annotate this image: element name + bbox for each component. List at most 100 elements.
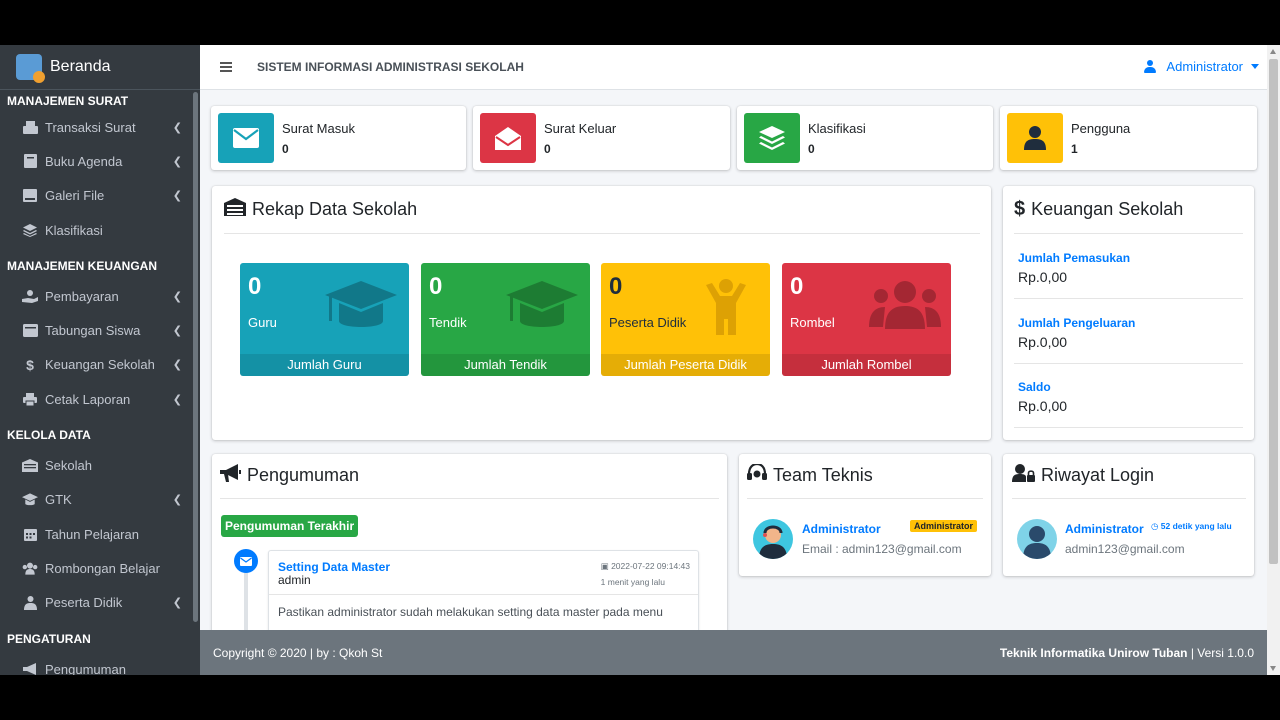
scroll-up-icon[interactable] [1270,49,1276,54]
chevron-left-icon: ❮ [172,325,182,338]
page-footer: Copyright © 2020 | by : Qkoh St Teknik I… [200,630,1267,675]
user-menu[interactable]: Administrator [1144,59,1259,74]
institution-name[interactable]: Teknik Informatika Unirow Tuban [1000,646,1188,660]
caret-down-icon [1251,64,1259,69]
stat-caption: Guru [248,315,277,330]
stat-footer[interactable]: Jumlah Guru [240,354,409,376]
support-avatar [753,519,793,559]
divider [224,233,980,234]
chevron-left-icon: ❮ [172,190,182,203]
pengumuman-title: Pengumuman [220,464,359,487]
users-icon [869,281,941,329]
divider [1014,233,1243,234]
timeline-header: Setting Data Master admin ▣ 2022-07-22 0… [269,551,698,595]
brand-text: Beranda [50,58,111,75]
info-box-klasifikasi: Klasifikasi 0 [737,106,993,170]
book-icon [22,154,38,169]
team-teknis-card: Team Teknis Administrator Administrator … [739,454,991,576]
sidebar-item-galeri-file[interactable]: Galeri File ❮ [0,179,200,213]
latest-announcement-badge: Pengumuman Terakhir [221,515,359,537]
sidebar-item-label: Transaksi Surat [45,119,136,135]
announcement-datetime: 2022-07-22 09:14:43 [611,561,690,571]
sidebar-item-pembayaran[interactable]: Pembayaran ❮ [0,279,200,313]
login-user-email: admin123@gmail.com [1065,542,1185,556]
team-member-name[interactable]: Administrator [802,522,881,536]
sidebar-item-label: Peserta Didik [45,595,123,611]
page-scrollbar[interactable] [1267,45,1280,675]
dollar-icon: $ [26,356,34,373]
divider [747,498,983,499]
pengeluaran-label[interactable]: Jumlah Pengeluaran [1018,316,1135,330]
nav-header: KELOLA DATA [7,428,91,443]
megaphone-icon [220,464,241,487]
stat-box-tendik: 0 Tendik Jumlah Tendik [421,263,590,376]
sidebar-item-peserta-didik[interactable]: Peserta Didik ❮ [0,586,200,620]
scroll-down-icon[interactable] [1270,666,1276,671]
info-box-value: 0 [282,141,289,156]
layers-icon [22,223,38,237]
sidebar-item-sekolah[interactable]: Sekolah [0,448,200,482]
sidebar-item-keuangan-sekolah[interactable]: $ Keuangan Sekolah ❮ [0,348,200,382]
sidebar-scrollbar[interactable] [193,92,198,622]
sidebar-item-gtk[interactable]: GTK ❮ [0,483,200,517]
info-box-value: 1 [1071,141,1078,156]
chevron-left-icon: ❮ [172,359,182,372]
info-box-surat-keluar: Surat Keluar 0 [473,106,730,170]
student-icon [22,595,38,610]
chevron-left-icon: ❮ [172,393,182,406]
app-title: SISTEM INFORMASI ADMINISTRASI SEKOLAH [257,60,524,74]
info-box-label: Pengguna [1071,120,1131,136]
envelope-icon [218,113,274,163]
sidebar-item-pengumuman[interactable]: Pengumuman [0,652,200,675]
graduation-cap-icon [22,493,38,507]
footer-right: Teknik Informatika Unirow Tuban | Versi … [1000,646,1254,660]
sidebar-item-klasifikasi[interactable]: Klasifikasi [0,213,200,247]
stat-box-rombel: 0 Rombel Jumlah Rombel [782,263,951,376]
team-member-email: Email : admin123@gmail.com [802,542,962,556]
school-icon [22,459,38,473]
graduation-cap-icon [506,281,578,327]
info-box-label: Klasifikasi [808,120,866,136]
sidebar-item-tabungan-siswa[interactable]: Tabungan Siswa ❮ [0,313,200,347]
sidebar-item-rombongan-belajar[interactable]: Rombongan Belajar [0,551,200,585]
stat-footer[interactable]: Jumlah Tendik [421,354,590,376]
pengumuman-title-text: Pengumuman [247,465,360,485]
chevron-left-icon: ❮ [172,121,182,134]
user-icon [1144,59,1157,74]
info-box-value: 0 [808,141,815,156]
team-teknis-title: Team Teknis [747,462,873,487]
sidebar-item-tahun-pelajaran[interactable]: Tahun Pelajaran [0,517,200,551]
sidebar-item-label: Rombongan Belajar [45,560,160,576]
keuangan-title-text: Keuangan Sekolah [1031,199,1184,219]
sidebar-item-buku-agenda[interactable]: Buku Agenda ❮ [0,144,200,178]
stat-value: 0 [248,273,262,300]
stat-footer[interactable]: Jumlah Rombel [782,354,951,376]
sidebar-item-label: Galeri File [45,188,105,204]
sidebar-item-cetak-laporan[interactable]: Cetak Laporan ❮ [0,382,200,416]
pemasukan-label[interactable]: Jumlah Pemasukan [1018,251,1130,265]
envelope-open-icon [480,113,536,163]
wallet-icon [22,324,38,338]
announcement-ago: 1 menit yang lalu [600,577,665,587]
login-user-name[interactable]: Administrator [1065,522,1144,536]
brand-link[interactable]: Beranda [0,45,200,90]
menu-toggle-icon[interactable] [220,62,232,72]
megaphone-icon [22,662,38,675]
sidebar-item-transaksi-surat[interactable]: Transaksi Surat ❮ [0,110,200,144]
stat-caption: Rombel [790,315,835,330]
user-avatar [1017,519,1057,559]
sidebar-item-label: Sekolah [45,458,92,474]
saldo-label[interactable]: Saldo [1018,380,1051,394]
info-box-pengguna: Pengguna 1 [1000,106,1257,170]
scrollbar-thumb[interactable] [1269,59,1278,564]
envelope-icon [234,549,258,573]
school-icon [224,198,246,221]
copyright-text: Copyright © 2020 | by : Qkoh St [213,645,383,660]
stat-caption: Peserta Didik [609,315,687,330]
announcement-title[interactable]: Setting Data Master [278,560,390,574]
sidebar-item-label: Tahun Pelajaran [45,526,139,542]
sidebar-item-label: Keuangan Sekolah [45,357,155,373]
stat-footer[interactable]: Jumlah Peserta Didik [601,354,770,376]
pengeluaran-value: Rp.0,00 [1018,334,1068,350]
rekap-title: Rekap Data Sekolah [224,198,417,221]
